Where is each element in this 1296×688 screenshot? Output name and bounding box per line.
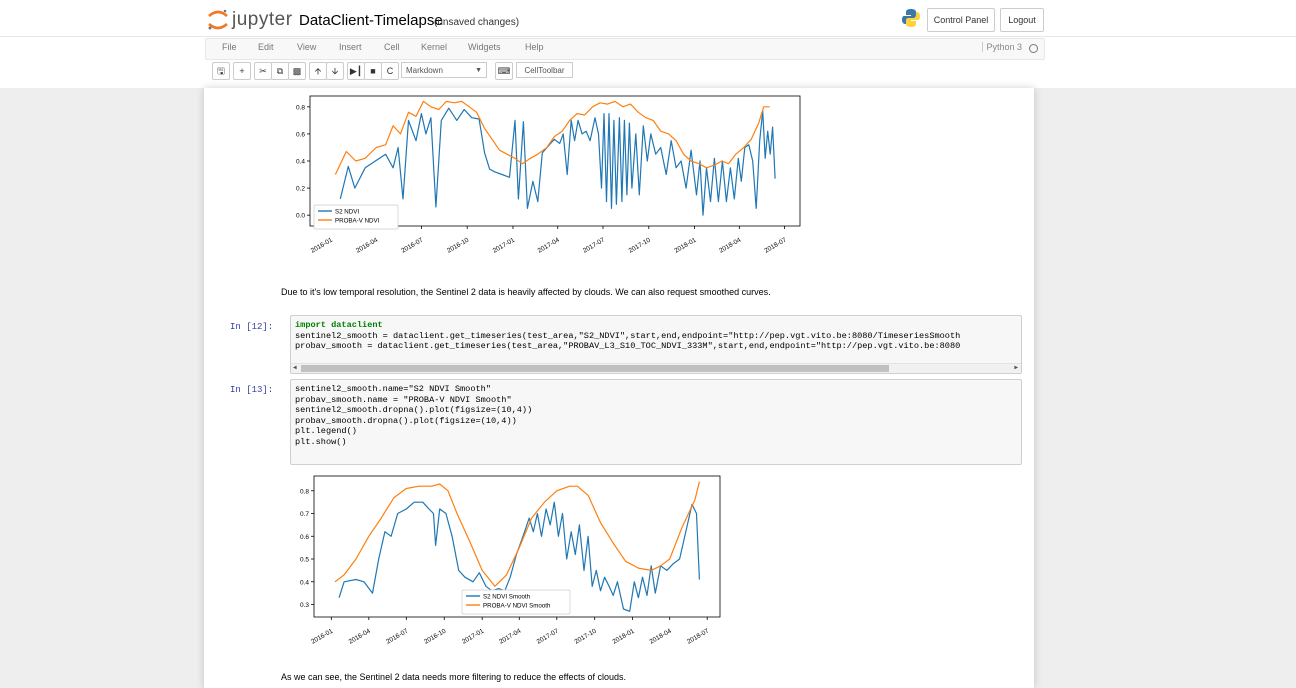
x-tick-label: 2018-07 [763, 236, 787, 254]
x-tick-label: 2016-04 [355, 236, 379, 254]
restart-icon[interactable]: C [381, 62, 399, 80]
x-tick-label: 2017-10 [574, 627, 598, 645]
y-tick-label: 0.6 [300, 534, 309, 541]
menu-insert[interactable]: Insert [339, 42, 362, 52]
x-tick-label: 2017-07 [536, 627, 560, 645]
paste-icon[interactable]: ▩ [288, 62, 306, 80]
step-forward-icon[interactable]: ▶┃ [347, 62, 365, 80]
code-line: probav_smooth.dropna().plot(figsize=(10,… [295, 415, 517, 426]
x-tick-label: 2017-01 [492, 236, 516, 254]
menu-widgets[interactable]: Widgets [468, 42, 501, 52]
celltoolbar-button[interactable]: CellToolbar [516, 62, 573, 78]
legend-label-2: PROBA-V NDVI Smooth [483, 602, 551, 609]
x-tick-label: 2017-07 [582, 236, 606, 254]
y-tick-label: 0.2 [296, 186, 305, 193]
input-prompt-13: In [13]: [230, 385, 274, 395]
x-tick-label: 2018-07 [686, 627, 710, 645]
chevron-down-icon: ▼ [475, 66, 482, 74]
y-tick-label: 0.4 [300, 579, 309, 586]
legend-label-1: S2 NDVI [335, 208, 359, 215]
x-tick-label: 2017-10 [628, 236, 652, 254]
stop-icon[interactable]: ■ [364, 62, 382, 80]
legend-label-2: PROBA-V NDVI [335, 217, 380, 224]
jupyter-logo-text: jupyter [232, 9, 293, 30]
code-line: probav_smooth = dataclient.get_timeserie… [295, 341, 961, 351]
code-cell-13[interactable]: sentinel2_smooth.name="S2 NDVI Smooth" p… [290, 379, 1022, 465]
x-tick-label: 2018-04 [718, 236, 742, 254]
kernel-name: Python 3 [982, 42, 1022, 52]
y-tick-label: 0.5 [300, 557, 309, 564]
arrow-down-icon[interactable]: 🡫 [326, 62, 344, 80]
keyboard-icon[interactable]: ⌨ [495, 62, 513, 80]
notebook-container: 0.0 0.2 0.4 0.6 0.8 2016-01 2016-04 2016-07 2016… [204, 88, 1034, 688]
jupyter-logo[interactable]: jupyter [207, 6, 293, 34]
cell-type-value: Markdown [406, 65, 443, 75]
x-tick-label: 2018-01 [611, 627, 635, 645]
x-tick-label: 2016-01 [310, 627, 334, 645]
scroll-left-icon[interactable]: ◀ [293, 364, 297, 371]
legend-label-1: S2 NDVI Smooth [483, 593, 531, 600]
code-cell-13-source[interactable]: sentinel2_smooth.name="S2 NDVI Smooth" p… [291, 380, 1021, 451]
code-cell-12[interactable]: import dataclient sentinel2_smooth = dat… [290, 315, 1022, 374]
control-panel-button[interactable]: Control Panel [927, 8, 995, 32]
scroll-right-icon[interactable]: ▶ [1014, 364, 1018, 371]
logout-button[interactable]: Logout [1000, 8, 1044, 32]
x-tick-label: 2016-04 [348, 627, 372, 645]
code-line: sentinel2_smooth.name="S2 NDVI Smooth" [295, 384, 491, 394]
scrollbar-thumb[interactable] [301, 365, 889, 372]
code-line: import dataclient [295, 320, 383, 330]
x-tick-label: 2016-01 [310, 236, 334, 254]
x-tick-label: 2017-04 [498, 627, 522, 645]
x-tick-label: 2017-01 [461, 627, 485, 645]
code-line: plt.show() [295, 436, 347, 447]
x-tick-label: 2016-07 [385, 627, 409, 645]
y-tick-label: 0.0 [296, 213, 305, 220]
code-line: plt.legend() [295, 426, 357, 436]
x-tick-label: 2018-01 [673, 236, 697, 254]
chart-legend: S2 NDVI Smooth PROBA-V NDVI Smooth [461, 589, 571, 615]
kernel-status-icon [1029, 44, 1038, 53]
markdown-cell-2[interactable]: As we can see, the Sentinel 2 data needs… [281, 672, 626, 682]
x-tick-label: 2018-04 [649, 627, 673, 645]
x-tick-label: 2017-04 [537, 236, 561, 254]
menu-kernel[interactable]: Kernel [421, 42, 447, 52]
header: jupyter DataClient-Timelapse (unsaved ch… [0, 0, 1296, 88]
y-tick-label: 0.4 [296, 159, 305, 166]
save-icon[interactable]: 🖫 [212, 62, 230, 80]
python-logo-icon [902, 9, 920, 27]
code-line: probav_smooth.name = "PROBA-V NDVI Smoot… [295, 394, 512, 405]
copy-icon[interactable]: ⧉ [271, 62, 289, 80]
x-tick-label: 2016-07 [400, 236, 424, 254]
markdown-cell-1[interactable]: Due to it's low temporal resolution, the… [281, 287, 771, 297]
cut-icon[interactable]: ✂ [254, 62, 272, 80]
chart-legend: S2 NDVI PROBA-V NDVI [313, 204, 399, 230]
arrow-up-icon[interactable]: 🡩 [309, 62, 327, 80]
output-chart-smoothed-ndvi: 0.3 0.4 0.5 0.6 0.7 0.8 2016-01 2016-04 2016-07 2… [300, 475, 721, 646]
header-divider [0, 36, 1296, 37]
menu-file[interactable]: File [222, 42, 237, 52]
code-line: sentinel2_smooth = dataclient.get_timese… [295, 330, 961, 341]
input-prompt-12: In [12]: [230, 322, 274, 332]
menu-help[interactable]: Help [525, 42, 544, 52]
x-tick-label: 2016-10 [423, 627, 447, 645]
save-status: (unsaved changes) [434, 17, 520, 28]
horizontal-scrollbar[interactable]: ◀ ▶ [291, 363, 1021, 373]
y-tick-label: 0.6 [296, 131, 305, 138]
notebook-title[interactable]: DataClient-Timelapse [299, 12, 443, 29]
x-tick-label: 2016-10 [446, 236, 470, 254]
menu-view[interactable]: View [297, 42, 316, 52]
y-tick-label: 0.3 [300, 602, 309, 609]
y-tick-label: 0.8 [296, 104, 305, 111]
y-tick-label: 0.7 [300, 511, 309, 518]
menu-edit[interactable]: Edit [258, 42, 274, 52]
menu-cell[interactable]: Cell [384, 42, 400, 52]
menubar: File Edit View Insert Cell Kernel Widget… [205, 38, 1045, 60]
y-tick-label: 0.8 [300, 488, 309, 495]
output-chart-raw-ndvi: 0.0 0.2 0.4 0.6 0.8 2016-01 2016-04 2016-07 2016… [296, 95, 801, 255]
code-line: sentinel2_smooth.dropna().plot(figsize=(… [295, 405, 533, 415]
code-cell-12-source[interactable]: import dataclient sentinel2_smooth = dat… [291, 316, 1021, 356]
cell-type-select[interactable]: Markdown ▼ [401, 62, 487, 78]
plus-icon[interactable]: + [233, 62, 251, 80]
jupyter-logo-icon [208, 9, 228, 30]
